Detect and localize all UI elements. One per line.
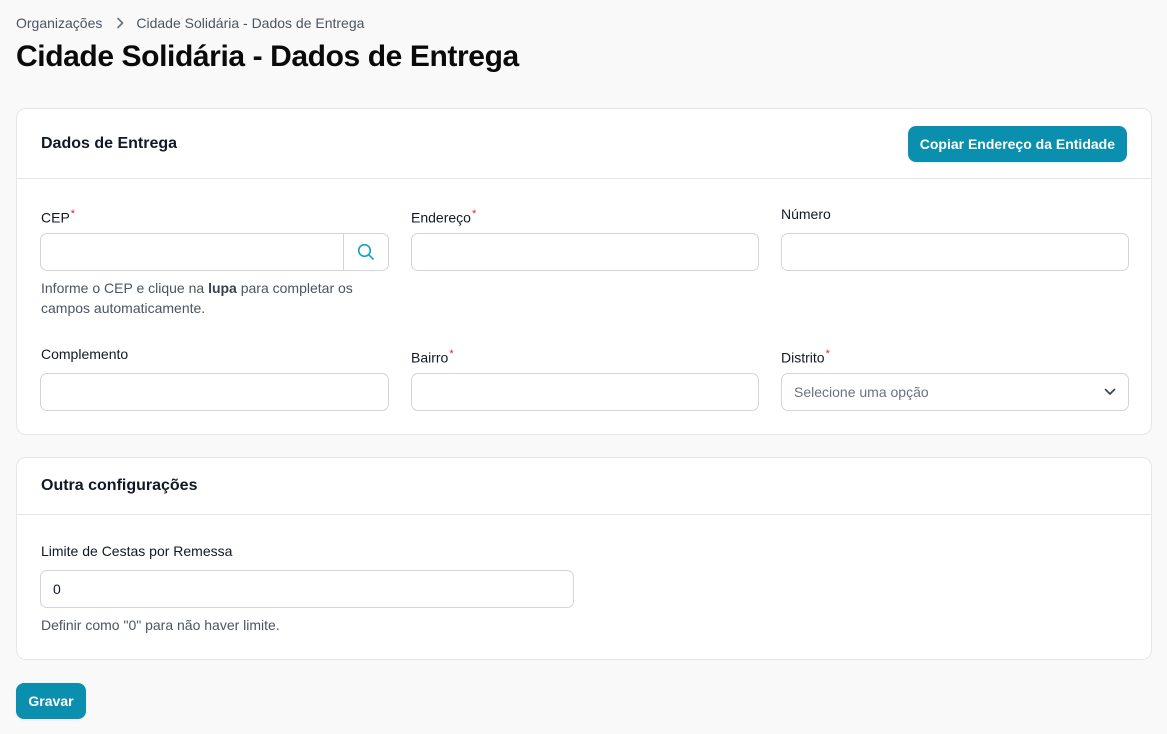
chevron-down-icon (1104, 388, 1116, 396)
chevron-right-icon (116, 17, 124, 29)
number-label: Número (781, 204, 831, 224)
neighborhood-label-text: Bairro (411, 349, 449, 366)
number-label-text: Número (781, 206, 831, 222)
breadcrumb-current: Cidade Solidária - Dados de Entrega (136, 15, 365, 31)
basket-limit-input[interactable] (40, 570, 574, 608)
other-settings-title: Outra configurações (41, 477, 198, 494)
save-button[interactable]: Gravar (16, 683, 86, 719)
basket-limit-hint: Definir como "0" para não haver limite. (41, 617, 280, 633)
cep-input-group (40, 233, 389, 271)
neighborhood-label: Bairro* (411, 344, 454, 366)
required-mark: * (70, 208, 76, 220)
district-select-placeholder: Selecione uma opção (794, 384, 929, 400)
address-label-text: Endereço (411, 209, 471, 226)
cep-label: CEP* (41, 204, 76, 226)
cep-label-text: CEP (41, 209, 70, 226)
page-title: Cidade Solidária - Dados de Entrega (16, 40, 519, 73)
cep-input[interactable] (41, 234, 343, 270)
copy-entity-address-button[interactable]: Copiar Endereço da Entidade (907, 125, 1127, 162)
required-mark: * (825, 348, 830, 360)
delivery-card: Dados de Entrega Copiar Endereço da Enti… (16, 108, 1152, 435)
cep-hint-bold: lupa (208, 280, 237, 296)
address-label: Endereço* (411, 204, 477, 226)
complement-input[interactable] (40, 373, 389, 411)
district-label-text: Distrito (781, 349, 825, 366)
required-mark: * (449, 348, 454, 360)
neighborhood-input[interactable] (411, 373, 759, 411)
delivery-card-header: Dados de Entrega Copiar Endereço da Enti… (17, 109, 1151, 179)
complement-label: Complemento (41, 344, 128, 364)
delivery-card-title: Dados de Entrega (41, 134, 178, 152)
page: Organizações Cidade Solidária - Dados de… (0, 0, 1167, 734)
cep-search-button[interactable] (343, 234, 388, 270)
address-input[interactable] (411, 233, 759, 271)
other-settings-card: Outra configurações Limite de Cestas por… (16, 457, 1152, 660)
district-select[interactable]: Selecione uma opção (781, 373, 1129, 411)
breadcrumb: Organizações Cidade Solidária - Dados de… (16, 14, 364, 32)
basket-limit-label: Limite de Cestas por Remessa (41, 541, 232, 561)
cep-hint: Informe o CEP e clique na lupa para comp… (41, 278, 391, 318)
complement-label-text: Complemento (41, 346, 129, 362)
search-icon (357, 243, 375, 261)
cep-hint-prefix: Informe o CEP e clique na (41, 280, 209, 296)
breadcrumb-link-organizations[interactable]: Organizações (16, 15, 102, 31)
number-input[interactable] (781, 233, 1129, 271)
district-label: Distrito* (781, 344, 830, 366)
required-mark: * (471, 208, 477, 220)
other-settings-header: Outra configurações (17, 458, 1151, 515)
basket-limit-label-text: Limite de Cestas por Remessa (41, 543, 233, 559)
